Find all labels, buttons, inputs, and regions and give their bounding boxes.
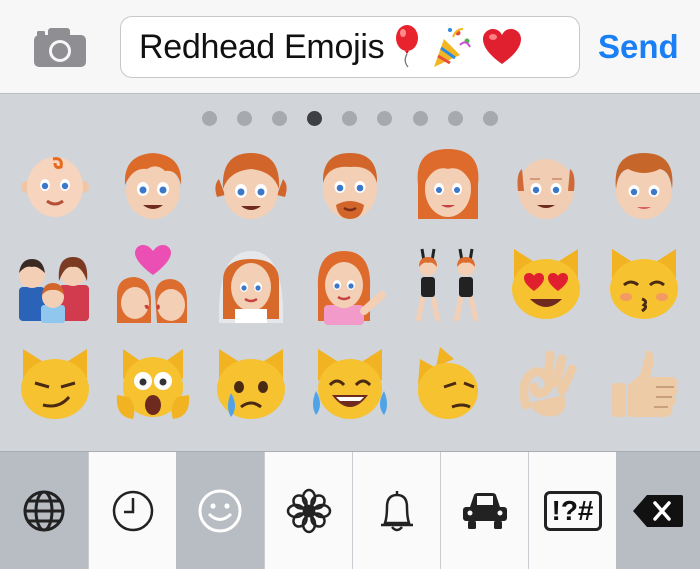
kissing-cat-emoji[interactable]	[604, 245, 684, 325]
emoji-grid	[0, 145, 700, 445]
baby-emoji[interactable]	[15, 145, 95, 225]
delete-icon	[633, 495, 683, 527]
kiss-emoji[interactable]	[113, 245, 193, 325]
send-button[interactable]: Send	[598, 28, 679, 66]
page-dot-6[interactable]	[377, 111, 392, 126]
globe-button[interactable]	[0, 452, 88, 569]
camera-icon	[34, 28, 86, 67]
older-man-emoji[interactable]	[506, 145, 586, 225]
page-dot-1[interactable]	[202, 111, 217, 126]
joy-cat-emoji[interactable]	[310, 345, 390, 425]
camera-button[interactable]	[30, 24, 90, 70]
page-dot-5[interactable]	[342, 111, 357, 126]
emoji-category-bar: !?#	[0, 451, 700, 569]
man-emoji[interactable]	[310, 145, 390, 225]
boy-emoji[interactable]	[113, 145, 193, 225]
places-category-button[interactable]	[440, 452, 528, 569]
nature-category-button[interactable]	[264, 452, 352, 569]
page-dot-2[interactable]	[237, 111, 252, 126]
information-desk-person-emoji[interactable]	[310, 245, 390, 325]
woman-emoji[interactable]	[408, 145, 488, 225]
party-popper-emoji	[430, 25, 474, 69]
pouting-cat-emoji[interactable]	[408, 345, 488, 425]
message-input[interactable]: Redhead Emojis	[120, 16, 580, 78]
recent-category-button[interactable]	[88, 452, 176, 569]
girl-emoji[interactable]	[211, 145, 291, 225]
page-dot-7[interactable]	[413, 111, 428, 126]
car-icon	[462, 493, 507, 529]
heart-eyes-cat-emoji[interactable]	[506, 245, 586, 325]
symbols-category-button[interactable]: !?#	[528, 452, 616, 569]
compose-bar: Redhead Emojis Send	[0, 0, 700, 94]
page-dot-4[interactable]	[307, 111, 322, 126]
balloon-emoji	[392, 23, 422, 71]
page-indicator	[0, 111, 700, 127]
delete-button[interactable]	[616, 452, 700, 569]
crying-cat-emoji[interactable]	[211, 345, 291, 425]
smirk-cat-emoji[interactable]	[15, 345, 95, 425]
flower-icon	[286, 488, 331, 534]
page-dot-3[interactable]	[272, 111, 287, 126]
smiley-icon	[198, 489, 242, 533]
ok-hand-emoji[interactable]	[506, 345, 586, 425]
family-emoji[interactable]	[15, 245, 95, 325]
bride-with-veil-emoji[interactable]	[211, 245, 291, 325]
objects-category-button[interactable]	[352, 452, 440, 569]
emoji-keyboard	[0, 95, 700, 450]
people-category-button[interactable]	[176, 452, 264, 569]
bell-icon	[380, 491, 413, 532]
older-woman-emoji[interactable]	[604, 145, 684, 225]
page-dot-8[interactable]	[448, 111, 463, 126]
page-dot-9[interactable]	[483, 111, 498, 126]
clock-icon	[112, 490, 153, 532]
red-heart-emoji	[482, 28, 522, 66]
women-with-bunny-ears-emoji[interactable]	[408, 245, 488, 325]
globe-icon	[23, 490, 65, 532]
symbols-icon: !?#	[543, 491, 602, 531]
scream-cat-emoji[interactable]	[113, 345, 193, 425]
thumbs-up-emoji[interactable]	[604, 345, 684, 425]
message-text: Redhead Emojis	[139, 27, 385, 66]
